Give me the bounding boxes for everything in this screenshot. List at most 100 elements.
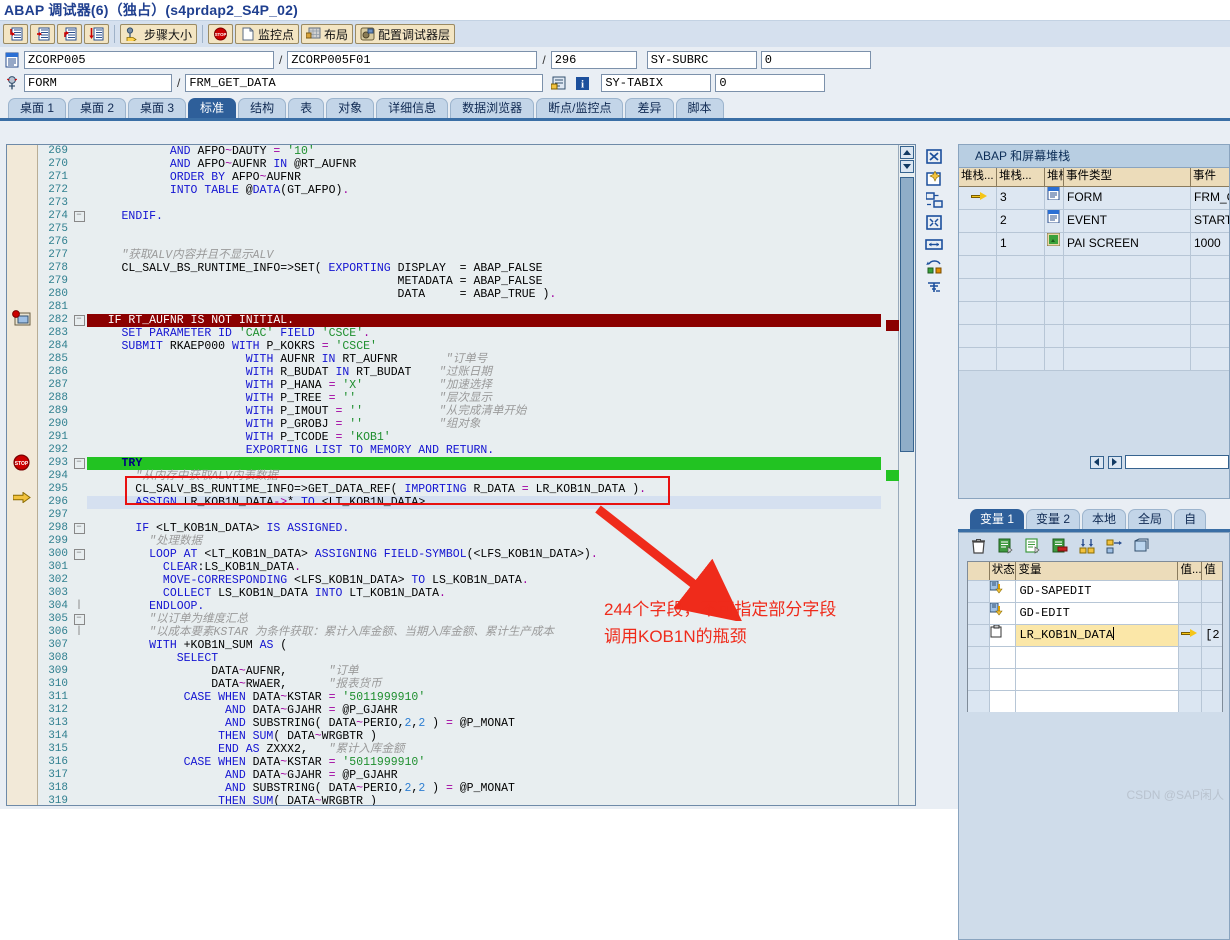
code-line[interactable]: EXPORTING LIST TO MEMORY AND RETURN. [87, 444, 881, 457]
run-to-cursor-button[interactable] [84, 24, 109, 44]
variable-row[interactable] [968, 690, 1223, 712]
code-line[interactable]: END AS ZXXX2, "累计入库金额 [87, 743, 881, 756]
fold-marker[interactable] [71, 704, 87, 717]
variable-row[interactable]: GD-EDIT [968, 602, 1223, 624]
toggle-variables-button[interactable] [923, 256, 945, 276]
code-line[interactable] [87, 197, 881, 210]
fold-marker[interactable] [71, 717, 87, 730]
tab-data-browser[interactable]: 数据浏览器 [450, 98, 535, 118]
fold-marker[interactable]: | [71, 626, 87, 639]
tab-structure[interactable]: 结构 [238, 98, 287, 118]
fold-marker[interactable] [71, 795, 87, 805]
fold-marker[interactable] [71, 171, 87, 184]
fold-marker[interactable] [71, 587, 87, 600]
fold-marker[interactable] [71, 665, 87, 678]
watchpoint-icon[interactable] [12, 310, 32, 327]
code-line[interactable]: DATA = ABAP_TRUE ). [87, 288, 881, 301]
code-line[interactable]: ENDIF. [87, 210, 881, 223]
fold-marker[interactable] [71, 756, 87, 769]
code-line[interactable]: "从内存中获取ALV内表数据 [87, 470, 881, 483]
stack-horizontal-scrollbar[interactable] [959, 452, 1229, 472]
tab-local[interactable]: 本地 [1082, 509, 1127, 529]
stack-scroll-left-button[interactable] [1090, 455, 1104, 469]
remove-row-icon[interactable] [1052, 538, 1069, 554]
code-line[interactable]: METADATA = ABAP_FALSE [87, 275, 881, 288]
code-line[interactable] [87, 236, 881, 249]
code-line[interactable]: "获取ALV内容并且不显示ALV [87, 249, 881, 262]
fold-marker[interactable] [71, 444, 87, 457]
var-name[interactable]: LR_KOB1N_DATA [1016, 625, 1179, 646]
fold-marker[interactable]: − [71, 457, 87, 470]
fold-marker[interactable] [71, 782, 87, 795]
stack-hscroll-thumb[interactable] [1124, 455, 1229, 469]
swap-panes-button[interactable] [923, 190, 945, 210]
fold-marker[interactable] [71, 184, 87, 197]
fold-marker[interactable] [71, 561, 87, 574]
fold-marker[interactable] [71, 639, 87, 652]
fold-marker[interactable] [71, 769, 87, 782]
fold-marker[interactable] [71, 509, 87, 522]
code-line[interactable]: DATA~AUFNR, "订单 [87, 665, 881, 678]
tab-object[interactable]: 对象 [326, 98, 375, 118]
code-line[interactable]: WITH P_HANA = 'X' "加速选择 [87, 379, 881, 392]
close-tool-button[interactable] [923, 146, 945, 166]
fold-marker[interactable] [71, 275, 87, 288]
code-line[interactable]: CASE WHEN DATA~KSTAR = '5011999910' [87, 691, 881, 704]
fold-marker[interactable] [71, 392, 87, 405]
fold-marker[interactable] [71, 236, 87, 249]
scroll-down-button[interactable] [900, 160, 914, 173]
code-line[interactable]: WITH P_GROBJ = '' "组对象 [87, 418, 881, 431]
code-line[interactable]: AND DATA~GJAHR = @P_GJAHR [87, 769, 881, 782]
tab-standard[interactable]: 标准 [188, 98, 237, 118]
fold-marker[interactable] [71, 145, 87, 158]
fold-marker[interactable]: | [71, 600, 87, 613]
fold-marker[interactable] [71, 327, 87, 340]
tab-breakpoints-watchpoints[interactable]: 断点/监控点 [536, 98, 624, 118]
fold-marker[interactable] [71, 496, 87, 509]
fold-marker[interactable] [71, 470, 87, 483]
code-line[interactable]: IF RT_AUFNR IS NOT INITIAL. [87, 314, 881, 327]
code-line[interactable]: WITH P_IMOUT = '' "从完成清单开始 [87, 405, 881, 418]
var-name[interactable]: GD-EDIT [1016, 603, 1179, 624]
step-return-button[interactable] [57, 24, 82, 44]
variable-row[interactable]: LR_KOB1N_DATA [2: [968, 624, 1223, 646]
stack-row[interactable]: 3 FORMFRM_GE [959, 187, 1229, 210]
fold-marker[interactable] [71, 730, 87, 743]
fold-marker[interactable] [71, 340, 87, 353]
code-line[interactable]: SELECT [87, 652, 881, 665]
var-select-cell[interactable] [968, 647, 990, 668]
code-line[interactable]: AND SUBSTRING( DATA~PERIO,2,2 ) = @P_MON… [87, 782, 881, 795]
code-gutter[interactable]: STOP [7, 145, 38, 805]
code-line[interactable]: THEN SUM( DATA~WRGBTR ) [87, 730, 881, 743]
fold-marker[interactable] [71, 197, 87, 210]
new-window-button[interactable] [923, 168, 945, 188]
fold-marker[interactable] [71, 353, 87, 366]
scrollbar-thumb[interactable] [900, 177, 914, 452]
tab-auto[interactable]: 自 [1174, 509, 1207, 529]
fold-marker[interactable]: − [71, 314, 87, 327]
code-line[interactable]: AND DATA~GJAHR = @P_GJAHR [87, 704, 881, 717]
code-line[interactable]: WITH +KOB1N_SUM AS ( [87, 639, 881, 652]
variable-row[interactable] [968, 668, 1223, 690]
fold-marker[interactable] [71, 223, 87, 236]
code-line[interactable]: WITH P_TREE = '' "层次显示 [87, 392, 881, 405]
var-name[interactable] [1016, 647, 1179, 668]
code-vertical-scrollbar[interactable] [886, 145, 915, 805]
fold-marker[interactable] [71, 743, 87, 756]
code-text-area[interactable]: AND AFPO~DAUTY = '10' AND AFPO~AUFNR IN … [87, 145, 881, 805]
code-line[interactable]: CL_SALV_BS_RUNTIME_INFO=>SET( EXPORTING … [87, 262, 881, 275]
compare-icon[interactable] [1079, 538, 1096, 554]
debug-layer-button[interactable] [923, 278, 945, 298]
fold-marker[interactable] [71, 652, 87, 665]
variable-row[interactable] [968, 646, 1223, 668]
code-line[interactable]: AND SUBSTRING( DATA~PERIO,2,2 ) = @P_MON… [87, 717, 881, 730]
event-type-field[interactable]: FORM [24, 74, 172, 92]
code-line[interactable]: TRY [87, 457, 881, 470]
fit-width-button[interactable] [923, 234, 945, 254]
fold-marker[interactable] [71, 405, 87, 418]
code-line[interactable]: CASE WHEN DATA~KSTAR = '5011999910' [87, 756, 881, 769]
delete-icon[interactable] [971, 538, 988, 554]
copy-icon[interactable] [1025, 538, 1042, 554]
fold-marker[interactable] [71, 535, 87, 548]
tab-variables-2[interactable]: 变量 2 [1026, 509, 1081, 529]
